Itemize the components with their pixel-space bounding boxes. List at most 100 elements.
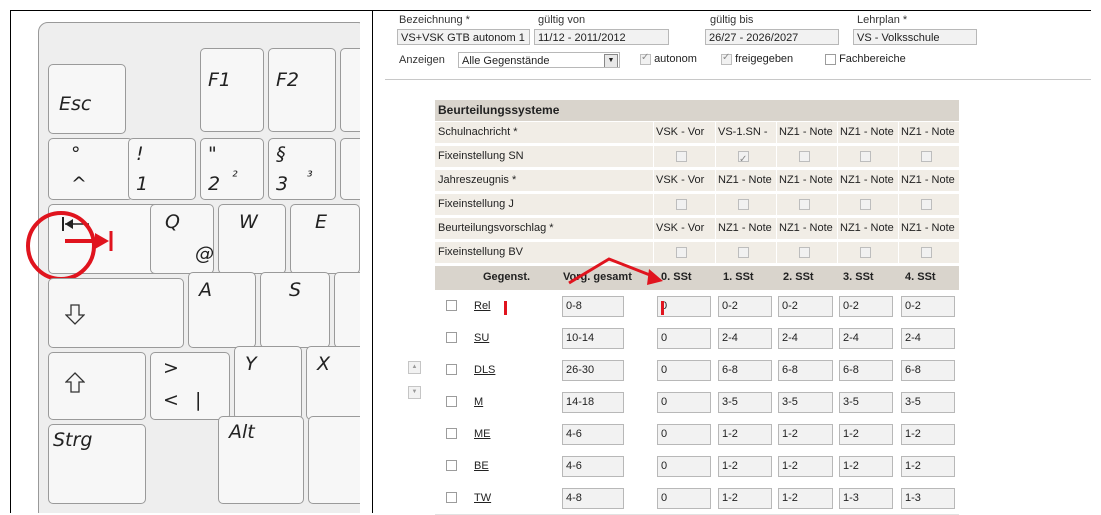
sst-input[interactable]: 0 <box>657 424 711 445</box>
row-checkbox[interactable] <box>446 396 457 407</box>
row-checkbox[interactable] <box>446 332 457 343</box>
fix-checkbox[interactable] <box>860 151 871 162</box>
sst-input[interactable]: 0-2 <box>839 296 893 317</box>
fix-checkbox[interactable] <box>921 151 932 162</box>
fix-checkbox[interactable] <box>799 151 810 162</box>
subject-link[interactable]: SU <box>474 332 489 344</box>
row-checkbox[interactable] <box>446 364 457 375</box>
scroll-down-button[interactable]: ▼ <box>408 386 421 399</box>
fix-checkbox[interactable] <box>738 149 749 167</box>
vorg-gesamt-input[interactable]: 26-30 <box>562 360 624 381</box>
fix-checkbox[interactable] <box>738 199 749 210</box>
beurteilung-select[interactable]: NZ1 - Note <box>776 218 836 239</box>
bezeichnung-field[interactable]: VS+VSK GTB autonom 1 <box>397 29 530 45</box>
sst-input[interactable]: 1-3 <box>901 488 955 509</box>
beurteilung-select[interactable]: NZ1 - Note <box>776 170 836 191</box>
anzeigen-select[interactable]: Alle Gegenstände ▼ <box>458 52 620 68</box>
beurteilung-select[interactable]: VSK - Vor <box>653 170 713 191</box>
sst-input[interactable]: 1-2 <box>718 488 772 509</box>
sst-input[interactable]: 2-4 <box>718 328 772 349</box>
freigegeben-check-icon[interactable] <box>721 52 732 65</box>
vorg-gesamt-input[interactable]: 14-18 <box>562 392 624 413</box>
scroll-up-button[interactable]: ▲ <box>408 361 421 374</box>
gueltig-bis-field[interactable]: 26/27 - 2026/2027 <box>705 29 839 45</box>
sst-input[interactable]: 2-4 <box>778 328 833 349</box>
fix-checkbox[interactable] <box>799 199 810 210</box>
row-checkbox[interactable] <box>446 492 457 503</box>
col-gegenst[interactable]: Gegenst. <box>483 271 530 283</box>
subject-link[interactable]: TW <box>474 492 491 504</box>
fachbereiche-check-icon[interactable] <box>825 53 836 65</box>
beurteilung-select[interactable]: NZ1 - Note <box>837 170 897 191</box>
sst-input[interactable]: 1-2 <box>839 424 893 445</box>
sst-input[interactable]: 2-4 <box>839 328 893 349</box>
fix-checkbox[interactable] <box>676 199 687 210</box>
fachbereiche-checkbox[interactable]: Fachbereiche <box>825 53 906 65</box>
sst-input[interactable]: 6-8 <box>778 360 833 381</box>
sst-input[interactable]: 6-8 <box>901 360 955 381</box>
col-1-sst[interactable]: 1. SSt <box>723 271 754 283</box>
subject-link[interactable]: ME <box>474 428 491 440</box>
sst-input[interactable]: 3-5 <box>839 392 893 413</box>
subject-link[interactable]: Rel <box>474 300 491 312</box>
beurteilung-select[interactable]: VSK - Vor <box>653 122 713 143</box>
autonom-check-icon[interactable] <box>640 52 651 65</box>
fix-checkbox[interactable] <box>860 199 871 210</box>
beurteilung-select[interactable]: VS-1.SN - <box>715 122 775 143</box>
col-4-sst[interactable]: 4. SSt <box>905 271 936 283</box>
sst-input[interactable]: 0-2 <box>778 296 833 317</box>
lehrplan-field[interactable]: VS - Volksschule <box>853 29 977 45</box>
fix-checkbox[interactable] <box>676 151 687 162</box>
vorg-gesamt-input[interactable]: 4-6 <box>562 424 624 445</box>
sst-input[interactable]: 1-2 <box>901 456 955 477</box>
sst-input[interactable]: 0 <box>657 488 711 509</box>
sst-input[interactable]: 1-2 <box>839 456 893 477</box>
gueltig-von-field[interactable]: 11/12 - 2011/2012 <box>534 29 669 45</box>
fix-checkbox[interactable] <box>799 247 810 258</box>
sst-input[interactable]: 1-2 <box>778 488 833 509</box>
beurteilung-select[interactable]: NZ1 - Note <box>837 218 897 239</box>
beurteilung-select[interactable]: NZ1 - Note <box>715 170 775 191</box>
subject-link[interactable]: M <box>474 396 483 408</box>
dropdown-arrow-icon[interactable]: ▼ <box>604 54 618 67</box>
vorg-gesamt-input[interactable]: 4-6 <box>562 456 624 477</box>
beurteilung-select[interactable]: NZ1 - Note <box>776 122 836 143</box>
col-3-sst[interactable]: 3. SSt <box>843 271 874 283</box>
beurteilung-select[interactable]: NZ1 - Note <box>715 218 775 239</box>
vorg-gesamt-input[interactable]: 10-14 <box>562 328 624 349</box>
sst-input[interactable]: 1-2 <box>718 456 772 477</box>
row-checkbox[interactable] <box>446 300 457 311</box>
sst-input[interactable]: 0 <box>657 392 711 413</box>
fix-checkbox[interactable] <box>921 247 932 258</box>
sst-input[interactable]: 3-5 <box>901 392 955 413</box>
beurteilung-select[interactable]: NZ1 - Note <box>898 170 958 191</box>
beurteilung-select[interactable]: VSK - Vor <box>653 218 713 239</box>
subject-link[interactable]: BE <box>474 460 489 472</box>
sst-input[interactable]: 6-8 <box>839 360 893 381</box>
vorg-gesamt-input[interactable]: 4-8 <box>562 488 624 509</box>
beurteilung-select[interactable]: NZ1 - Note <box>898 218 958 239</box>
fix-checkbox[interactable] <box>860 247 871 258</box>
sst-input[interactable]: 0 <box>657 456 711 477</box>
sst-input[interactable]: 1-2 <box>778 456 833 477</box>
freigegeben-checkbox[interactable]: freigegeben <box>721 52 793 65</box>
sst-input[interactable]: 1-2 <box>901 424 955 445</box>
beurteilung-select[interactable]: NZ1 - Note <box>898 122 958 143</box>
sst-input[interactable]: 3-5 <box>718 392 772 413</box>
sst-input[interactable]: 0 <box>657 360 711 381</box>
sst-input[interactable]: 0 <box>657 328 711 349</box>
subject-link[interactable]: DLS <box>474 364 495 376</box>
col-2-sst[interactable]: 2. SSt <box>783 271 814 283</box>
sst-input[interactable]: 0 <box>657 296 711 317</box>
sst-input[interactable]: 3-5 <box>778 392 833 413</box>
sst-input[interactable]: 1-2 <box>718 424 772 445</box>
sst-input[interactable]: 6-8 <box>718 360 772 381</box>
sst-input[interactable]: 0-2 <box>718 296 772 317</box>
fix-checkbox[interactable] <box>738 247 749 258</box>
sst-input[interactable]: 0-2 <box>901 296 955 317</box>
vorg-gesamt-input[interactable]: 0-8 <box>562 296 624 317</box>
autonom-checkbox[interactable]: autonom <box>640 52 697 65</box>
sst-input[interactable]: 1-2 <box>778 424 833 445</box>
row-checkbox[interactable] <box>446 460 457 471</box>
beurteilung-select[interactable]: NZ1 - Note <box>837 122 897 143</box>
